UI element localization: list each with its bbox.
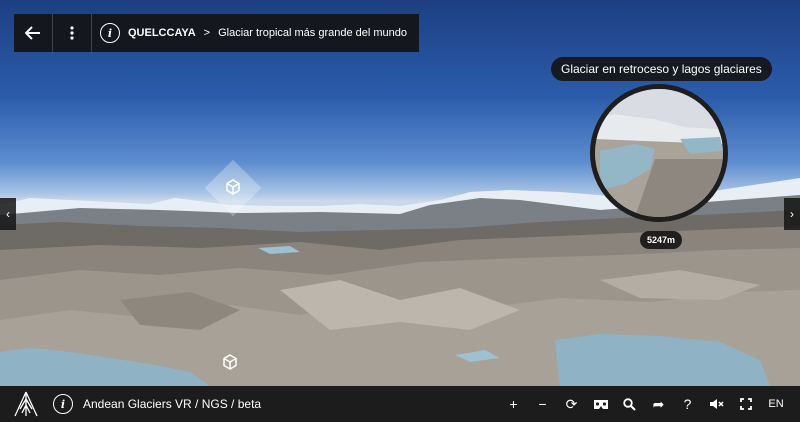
back-button[interactable] xyxy=(14,14,53,52)
breadcrumb-title[interactable]: QUELCCAYA xyxy=(128,27,196,39)
altitude-badge: 5247m xyxy=(640,231,683,249)
nav-left-arrow[interactable]: ‹ xyxy=(0,198,16,230)
fullscreen-icon xyxy=(739,398,752,410)
poi-thumbnail[interactable] xyxy=(590,84,728,222)
menu-button[interactable] xyxy=(53,14,92,52)
fullscreen-button[interactable] xyxy=(731,386,760,422)
share-button[interactable]: ➦ xyxy=(644,386,673,422)
info-icon[interactable]: i xyxy=(53,394,73,414)
language-button[interactable]: EN xyxy=(760,386,792,422)
cube-hotspot-icon[interactable] xyxy=(219,351,241,373)
app-logo-icon[interactable] xyxy=(11,389,41,419)
search-icon xyxy=(623,397,636,411)
mute-button[interactable] xyxy=(702,386,731,422)
breadcrumb: i QUELCCAYA > Glaciar tropical más grand… xyxy=(92,14,419,52)
search-button[interactable] xyxy=(615,386,644,422)
bottom-bar: i Andean Glaciers VR / NGS / beta + − ⟳ … xyxy=(0,386,800,422)
poi-thumbnail-image xyxy=(595,89,723,217)
panorama-view[interactable]: Glaciar en retroceso y lagos glaciares 5… xyxy=(0,0,800,386)
vertical-dots-icon xyxy=(70,26,74,40)
help-button[interactable]: ? xyxy=(673,386,702,422)
breadcrumb-subtitle: Glaciar tropical más grande del mundo xyxy=(218,27,408,39)
toolbar: + − ⟳ ➦ ? EN xyxy=(499,386,792,422)
speaker-muted-icon xyxy=(710,399,724,409)
vr-goggles-button[interactable] xyxy=(586,386,615,422)
arrow-left-icon xyxy=(25,26,40,40)
cube-hotspot-icon[interactable] xyxy=(222,176,244,198)
rotate-button[interactable]: ⟳ xyxy=(557,386,586,422)
top-bar: i QUELCCAYA > Glaciar tropical más grand… xyxy=(14,14,420,52)
poi-label[interactable]: Glaciar en retroceso y lagos glaciares xyxy=(551,57,772,81)
breadcrumb-separator: > xyxy=(203,27,211,39)
info-icon[interactable]: i xyxy=(100,23,120,43)
zoom-in-button[interactable]: + xyxy=(499,386,528,422)
app-title: Andean Glaciers VR / NGS / beta xyxy=(83,397,262,411)
vr-goggles-icon xyxy=(593,399,608,409)
zoom-out-button[interactable]: − xyxy=(528,386,557,422)
nav-right-arrow[interactable]: › xyxy=(784,198,800,230)
